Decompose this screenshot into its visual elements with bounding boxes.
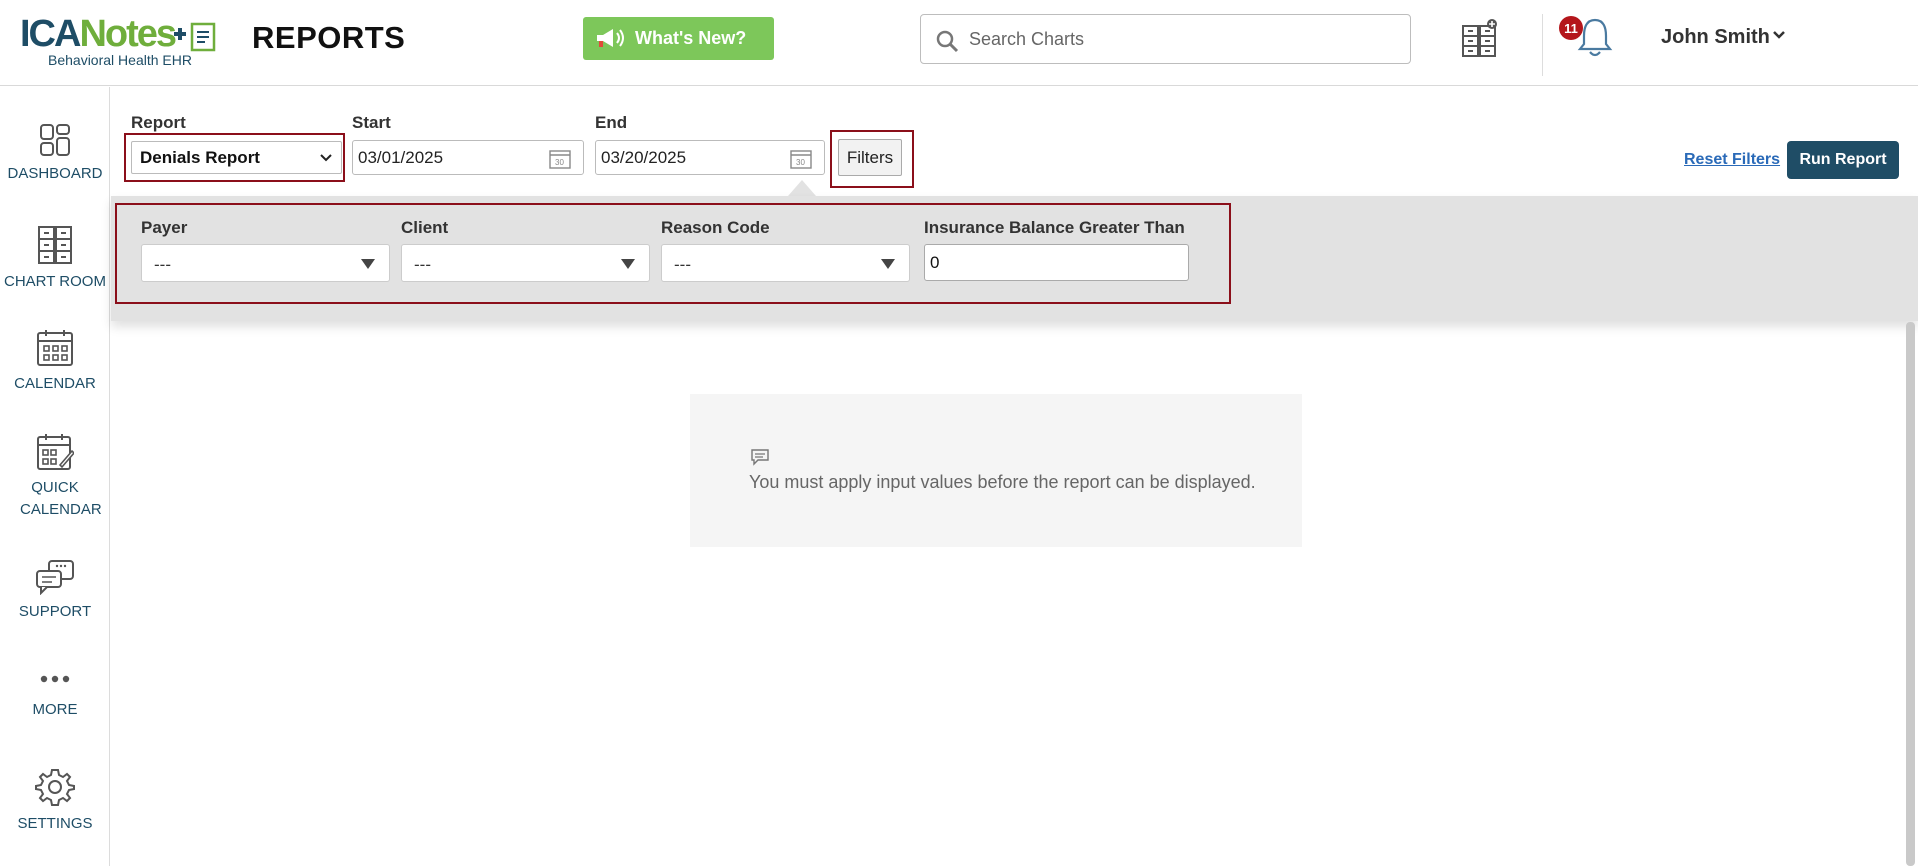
logo-plus-doc-icon: [174, 22, 216, 52]
quick-calendar-icon: [37, 434, 74, 470]
icanotes-logo[interactable]: ICANotes Behavioral Health EHR: [20, 14, 220, 70]
calendar-icon: [37, 330, 73, 366]
settings-icon: [35, 769, 75, 806]
sidebar-item-chart-room[interactable]: CHART ROOM: [0, 225, 110, 293]
run-report-button[interactable]: Run Report: [1787, 141, 1899, 179]
sidebar-label: QUICK CALENDAR: [20, 479, 102, 518]
sidebar-item-quick-calendar[interactable]: QUICK CALENDAR: [0, 433, 110, 521]
filters-highlight: [830, 130, 914, 188]
logo-wordmark: ICANotes: [20, 13, 177, 55]
report-empty-message: You must apply input values before the r…: [690, 394, 1302, 547]
dashboard-icon: [40, 124, 70, 156]
start-date-value: 03/01/2025: [358, 148, 444, 167]
page-title: REPORTS: [252, 20, 406, 55]
search-charts[interactable]: [920, 14, 1411, 64]
end-date-field[interactable]: 03/20/2025 30: [595, 140, 825, 175]
whats-new-button[interactable]: What's New?: [583, 17, 774, 60]
chart-room-icon: [38, 226, 72, 264]
user-menu[interactable]: John Smith: [1661, 26, 1770, 49]
sidebar-label: SUPPORT: [18, 603, 92, 620]
sidebar-item-settings[interactable]: SETTINGS: [0, 767, 110, 835]
svg-text:30: 30: [796, 158, 805, 167]
megaphone-icon: [597, 29, 624, 47]
add-chart-cabinet-icon[interactable]: [1461, 18, 1499, 58]
comment-icon: [751, 449, 769, 466]
search-icon: [936, 30, 959, 53]
chevron-down-icon[interactable]: [1772, 30, 1786, 40]
end-date-value: 03/20/2025: [601, 148, 687, 167]
calendar-icon[interactable]: 30: [549, 149, 571, 169]
sidebar-item-calendar[interactable]: CALENDAR: [0, 329, 110, 395]
filters-panel-highlight: [115, 203, 1231, 304]
logo-tagline: Behavioral Health EHR: [48, 52, 192, 68]
start-date-field[interactable]: 03/01/2025 30: [352, 140, 584, 175]
sidebar-label: CHART ROOM: [4, 273, 106, 290]
top-header: ICANotes Behavioral Health EHR REPORTS W…: [0, 0, 1918, 86]
sidebar-item-more[interactable]: MORE: [0, 669, 110, 721]
end-label: End: [595, 113, 628, 132]
whats-new-label: What's New?: [635, 28, 747, 48]
sidebar-label: MORE: [32, 701, 78, 718]
filter-panel-caret: [788, 180, 816, 196]
page-scrollbar[interactable]: [1906, 322, 1915, 866]
sidebar-label: CALENDAR: [14, 375, 96, 392]
svg-text:30: 30: [555, 158, 564, 167]
report-highlight: [124, 133, 345, 182]
header-divider: [1542, 14, 1543, 76]
notification-count-badge[interactable]: 11: [1559, 16, 1583, 40]
reset-filters-link[interactable]: Reset Filters: [1684, 151, 1780, 169]
report-label: Report: [131, 113, 186, 132]
sidebar-item-dashboard[interactable]: DASHBOARD: [0, 123, 110, 185]
sidebar-label: DASHBOARD: [7, 165, 103, 182]
search-input[interactable]: [969, 25, 1389, 53]
sidebar-label: SETTINGS: [17, 815, 93, 832]
left-sidebar: DASHBOARD CHART ROOM CALENDAR QUICK CALE…: [0, 87, 110, 866]
sidebar-item-support[interactable]: SUPPORT: [0, 559, 110, 623]
start-label: Start: [352, 113, 391, 132]
empty-message-text: You must apply input values before the r…: [749, 472, 1256, 492]
support-icon: [36, 560, 74, 595]
more-icon: [40, 675, 70, 683]
calendar-icon[interactable]: 30: [790, 149, 812, 169]
